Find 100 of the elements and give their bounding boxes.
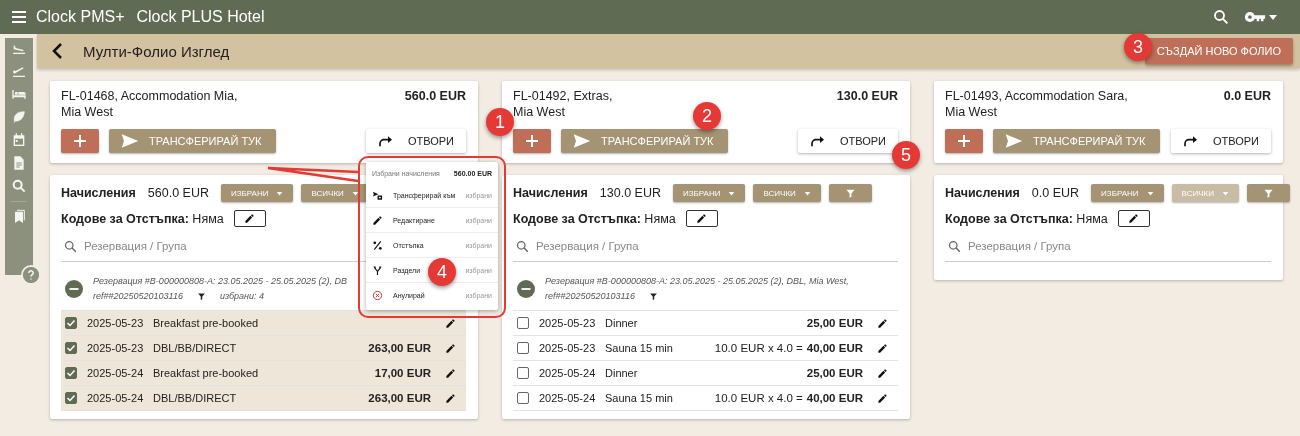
filter-button[interactable] [1246,184,1290,202]
charge-name: DBL/BB/DIRECT [153,392,238,404]
charge-amount: 40,00 EUR [806,342,863,354]
pencil-icon[interactable] [877,392,888,404]
folio-total: 0.0 EUR [1223,88,1271,105]
folio-title: FL-01468, Accommodation Mia, [61,88,238,104]
collapse-icon[interactable] [65,280,83,298]
dropdown-button[interactable]: ИЗБРАНИ [1091,184,1164,202]
transfer-button[interactable]: ТРАНСФЕРИРАЙ ТУК [993,129,1160,153]
caret-icon [1221,189,1229,197]
search-field[interactable]: Резервация / Група [536,240,898,252]
help-icon[interactable] [21,265,41,285]
reservation-title: Резервация #B-000000808-A: 23.05.2025 - 25.05.2025 (2), DBL, Mia West, [545,275,849,288]
checkbox[interactable] [65,342,77,354]
transfer-button[interactable]: ТРАНСФЕРИРАЙ ТУК [561,129,728,153]
caret-icon [351,189,359,197]
pencil-icon[interactable] [445,367,456,379]
charge-calculation: 10.0 EUR x 4.0 = [714,342,803,354]
discount-codes-text: Кодове за Отстъпка: Няма [945,211,1108,226]
charge-date: 2025-05-23 [539,317,597,329]
caret-icon [276,189,284,197]
charge-name: Sauna 15 min [605,342,674,354]
checkbox[interactable] [517,367,529,379]
checkbox[interactable] [517,317,529,329]
leaf-icon[interactable] [11,109,27,125]
step-badge: 1 [486,108,514,136]
pencil-icon[interactable] [877,367,888,379]
checkbox[interactable] [65,367,77,379]
search-icon [947,238,962,254]
split-icon [372,264,383,276]
plus-icon [73,134,87,148]
menu-icon[interactable] [10,8,28,26]
create-folio-button[interactable]: СЪЗДАЙ НОВО ФОЛИО [1144,38,1293,64]
collapse-icon[interactable] [517,280,535,298]
pencil-icon[interactable] [877,342,888,354]
add-button[interactable] [945,129,983,153]
document-icon[interactable] [11,155,27,171]
edit-discount-button[interactable] [685,210,718,227]
send-icon [1005,133,1023,149]
dropdown-button[interactable]: ВСИЧКИ [301,184,369,202]
add-button[interactable] [513,129,551,153]
charge-date: 2025-05-24 [539,392,597,404]
guest-name: Mia West [61,104,114,120]
charge-calculation: 10.0 EUR x 4.0 = [714,392,803,404]
pencil-icon [696,213,708,224]
charge-amount: 25,00 EUR [806,367,863,379]
folio-total: 130.0 EUR [836,88,898,105]
pencil-icon [1128,213,1140,224]
guest-name: Mia West [513,104,566,120]
selected-count: избрани: 4 [219,290,265,303]
filter-icon[interactable] [196,292,206,301]
open-button[interactable]: ОТВОРИ [365,129,466,153]
charges-label: Начисления [945,186,1020,200]
pencil-icon[interactable] [445,392,456,404]
charge-name: Breakfast pre-booked [153,367,260,379]
forward-arrow-icon [377,134,394,148]
folio-title: FL-01493, Accommodation Sara, [945,88,1128,104]
checkbox[interactable] [517,342,529,354]
reservation-ref: ref##20250520103116 [93,290,183,303]
charges-label: Начисления [513,186,588,200]
dropdown-button[interactable]: ИЗБРАНИ [221,184,294,202]
pencil-icon[interactable] [445,342,456,354]
charge-date: 2025-05-24 [539,367,597,379]
caret-icon [728,189,736,197]
calendar-icon[interactable] [11,132,27,148]
filter-button[interactable] [828,184,872,202]
checkbox[interactable] [517,392,529,404]
cancel-icon [372,290,383,301]
page-title: Мулти-Фолио Изглед [83,42,230,60]
pencil-icon [244,213,256,224]
folio-total: 560.0 EUR [404,88,466,105]
search-field[interactable]: Резервация / Група [968,240,1271,252]
percent-icon [372,239,383,251]
edit-discount-button[interactable] [233,210,266,227]
pencil-icon[interactable] [372,214,383,226]
open-button[interactable]: ОТВОРИ [797,129,898,153]
pencil-icon[interactable] [445,317,456,329]
charge-amount: 263,00 EUR [368,392,431,404]
dropdown-button[interactable]: ВСИЧКИ [753,184,821,202]
charge-amount: 25,00 EUR [806,317,863,329]
caret-icon [803,189,811,197]
checkbox[interactable] [65,317,77,329]
add-button[interactable] [61,129,99,153]
dropdown-button[interactable]: ИЗБРАНИ [673,184,746,202]
open-button[interactable]: ОТВОРИ [1170,129,1271,153]
checkbox[interactable] [65,392,77,404]
search-icon[interactable] [11,178,27,194]
charge-name: Dinner [605,367,639,379]
guest-name: Mia West [945,104,998,120]
filter-icon[interactable] [648,292,658,301]
hotel-name: Clock PLUS Hotel [136,8,265,26]
plus-icon [525,134,539,148]
charge-date: 2025-05-23 [539,342,597,354]
transfer-button[interactable]: ТРАНСФЕРИРАЙ ТУК [109,129,276,153]
edit-discount-button[interactable] [1117,210,1150,227]
charge-date: 2025-05-23 [87,342,145,354]
charges-amount: 0.0 EUR [1031,186,1080,200]
search-icon[interactable] [1212,8,1230,26]
charge-name: Sauna 15 min [605,392,674,404]
pencil-icon[interactable] [877,317,888,329]
